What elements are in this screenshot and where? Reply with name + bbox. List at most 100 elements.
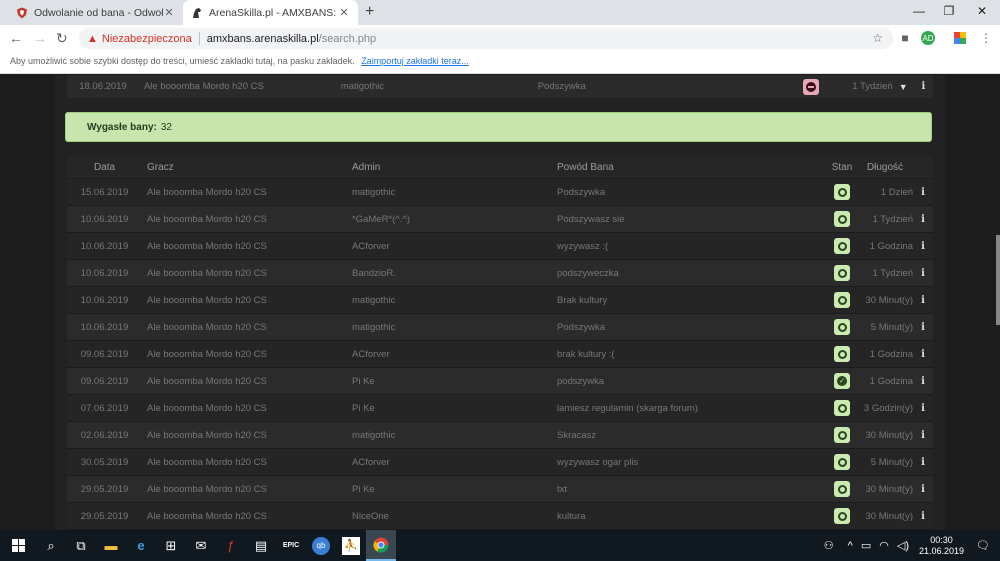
info-icon[interactable]: i <box>913 187 933 198</box>
info-icon[interactable]: i <box>913 511 933 522</box>
shield-icon <box>16 7 28 19</box>
ban-admin: ACforver <box>352 348 390 360</box>
info-icon[interactable]: i <box>914 81 933 92</box>
info-icon[interactable]: i <box>913 241 933 252</box>
info-icon[interactable]: i <box>913 322 933 333</box>
close-tab-icon[interactable]: ✕ <box>163 6 175 19</box>
close-window-icon[interactable]: ✕ <box>975 4 989 18</box>
ban-date: 02.06.2019 <box>80 429 129 441</box>
ban-length: 30 Minut(y) <box>865 294 913 306</box>
close-tab-icon[interactable]: ✕ <box>338 6 350 19</box>
table-row[interactable]: 09.06.2019 Ale booomba Mordo h20 CS Pi Ke p… <box>67 368 933 395</box>
back-icon[interactable]: ← <box>9 30 23 46</box>
bookmark-star-icon[interactable]: ☆ <box>872 31 883 45</box>
battery-icon[interactable]: ▭ <box>861 539 871 552</box>
ban-reason: Podszywka <box>557 321 606 333</box>
menu-dots-icon[interactable]: ⋮ <box>979 31 993 45</box>
tab-odwolanie[interactable]: Odwolanie od bana - Odwołanie ✕ <box>8 0 183 25</box>
ban-admin: matigothic <box>352 186 396 198</box>
expand-chevron-icon[interactable]: ▼ <box>893 82 914 92</box>
table-row[interactable]: 15.06.2019 Ale booomba Mordo h20 CS matigo… <box>67 179 933 206</box>
scrollbar[interactable] <box>996 235 1000 325</box>
import-bookmarks-link[interactable]: Zaimportuj zakładki teraz... <box>361 56 469 66</box>
table-row[interactable]: 10.06.2019 Ale booomba Mordo h20 CS matigo… <box>67 287 933 314</box>
browser-toolbar: ← → ↻ ▲ Niezabezpieczona amxbans.arenask… <box>0 25 1000 52</box>
edge-icon[interactable]: e <box>126 530 156 561</box>
chrome-icon[interactable] <box>366 530 396 561</box>
restore-icon[interactable]: ❐ <box>942 4 956 18</box>
table-row[interactable]: 07.06.2019 Ale booomba Mordo h20 CS Pi Ke l… <box>67 395 933 422</box>
status-badge <box>834 454 850 470</box>
info-icon[interactable]: i <box>913 214 933 225</box>
url-host: amxbans.arenaskilla.pl <box>206 32 319 45</box>
status-badge <box>834 346 850 362</box>
ban-length: 30 Minut(y) <box>865 510 913 522</box>
qbittorrent-icon[interactable]: qb <box>306 530 336 561</box>
security-label[interactable]: Niezabezpieczona <box>102 33 192 45</box>
mail-icon[interactable]: ✉ <box>186 530 216 561</box>
table-row[interactable]: 30.05.2019 Ale booomba Mordo h20 CS ACforv… <box>67 449 933 476</box>
ban-date: 15.06.2019 <box>80 186 129 198</box>
status-badge <box>834 481 850 497</box>
address-bar[interactable]: ▲ Niezabezpieczona amxbans.arenaskilla.p… <box>79 28 893 49</box>
ban-length: 30 Minut(y) <box>865 429 913 441</box>
active-ban-row[interactable]: 18.06.2019 Ale booomba Mordo h20 CS mati… <box>67 75 933 98</box>
info-icon[interactable]: i <box>913 376 933 387</box>
new-tab-button[interactable]: + <box>365 3 374 21</box>
ban-player: Ale booomba Mordo h20 CS <box>147 321 267 333</box>
ban-length: 1 Godzina <box>869 375 913 387</box>
taskbar: ⌕ ⧉ ▬ e ⊞ ✉ ƒ ▤ EPIC qb ⛹ ⚇ ^ ▭ ◠ ◁) 00:… <box>0 530 1000 561</box>
clock-time: 00:30 <box>930 534 953 545</box>
extension-icon[interactable] <box>953 31 967 45</box>
clock[interactable]: 00:30 21.06.2019 <box>919 535 964 557</box>
counter-strike-icon[interactable]: ⛹ <box>336 530 366 561</box>
table-row[interactable]: 29.05.2019 Ale booomba Mordo h20 CS Pi Ke t… <box>67 476 933 503</box>
info-icon[interactable]: i <box>913 430 933 441</box>
info-icon[interactable]: i <box>913 295 933 306</box>
table-row[interactable]: 10.06.2019 Ale booomba Mordo h20 CS matigo… <box>67 314 933 341</box>
search-icon[interactable]: ⌕ <box>36 530 66 561</box>
table-row[interactable]: 02.06.2019 Ale booomba Mordo h20 CS matigo… <box>67 422 933 449</box>
status-cell <box>827 238 857 254</box>
qb-label: qb <box>312 536 330 555</box>
expired-bans-alert: Wygasłe bany: 32 <box>65 112 932 142</box>
ban-reason: Podszywasz sie <box>557 213 625 225</box>
forward-icon[interactable]: → <box>33 30 47 46</box>
minimize-icon[interactable]: — <box>912 4 926 18</box>
epic-games-icon[interactable]: EPIC <box>276 530 306 561</box>
info-icon[interactable]: i <box>913 457 933 468</box>
ban-length: 5 Minut(y) <box>870 321 913 333</box>
info-icon[interactable]: i <box>913 268 933 279</box>
active-ban-icon <box>803 78 820 95</box>
windows-start-icon[interactable] <box>0 530 36 561</box>
table-row[interactable]: 09.06.2019 Ale booomba Mordo h20 CS ACforv… <box>67 341 933 368</box>
ban-length: 1 Tydzień <box>872 213 914 225</box>
info-icon[interactable]: i <box>913 403 933 414</box>
notifications-icon[interactable]: 🗨 <box>976 539 990 552</box>
bookmark-hint: Aby umożliwić sobie szybki dostęp do tre… <box>10 56 355 66</box>
table-row[interactable]: 10.06.2019 Ale booomba Mordo h20 CS *GaMeR… <box>67 206 933 233</box>
wifi-icon[interactable]: ◠ <box>879 539 889 552</box>
camera-icon[interactable]: ■ <box>898 31 912 45</box>
file-explorer-icon[interactable]: ▬ <box>96 530 126 561</box>
task-view-icon[interactable]: ⧉ <box>66 530 96 561</box>
table-row[interactable]: 29.05.2019 Ale booomba Mordo h20 CS NiceOn… <box>67 503 933 530</box>
flash-icon[interactable]: ƒ <box>216 530 246 561</box>
people-icon[interactable]: ⚇ <box>824 539 834 552</box>
ban-date: 29.05.2019 <box>80 483 129 495</box>
table-row[interactable]: 10.06.2019 Ale booomba Mordo h20 CS Bandzi… <box>67 260 933 287</box>
files-icon[interactable]: ▤ <box>246 530 276 561</box>
table-row[interactable]: 10.06.2019 Ale booomba Mordo h20 CS ACforv… <box>67 233 933 260</box>
reload-icon[interactable]: ↻ <box>56 30 68 47</box>
expired-label: Wygasłe bany: <box>87 121 157 133</box>
content-panel: 18.06.2019 Ale booomba Mordo h20 CS mati… <box>55 75 1000 530</box>
info-icon[interactable]: i <box>913 484 933 495</box>
volume-icon[interactable]: ◁) <box>897 539 909 552</box>
profile-badge[interactable]: AD <box>921 31 935 45</box>
expired-status-icon <box>837 511 847 521</box>
info-icon[interactable]: i <box>913 349 933 360</box>
status-badge <box>834 211 850 227</box>
tab-arenaskilla[interactable]: ArenaSkilla.pl - AMXBANS: Szukaj ✕ <box>183 0 358 25</box>
store-icon[interactable]: ⊞ <box>156 530 186 561</box>
show-hidden-icons-icon[interactable]: ^ <box>848 540 853 552</box>
